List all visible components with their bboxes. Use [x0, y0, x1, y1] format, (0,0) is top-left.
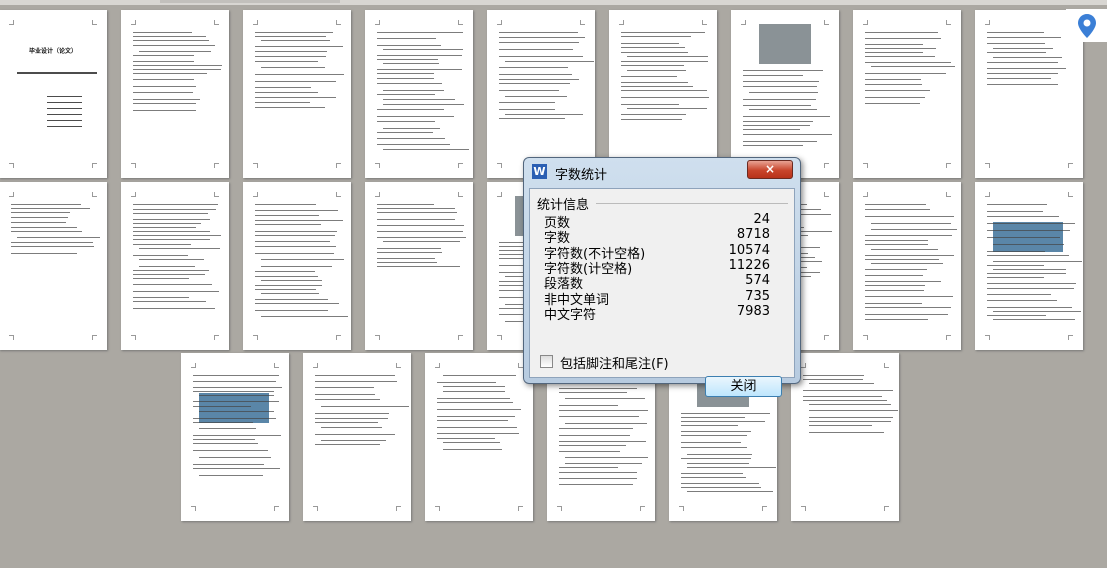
- group-divider: [596, 203, 788, 204]
- page-thumbnail[interactable]: [121, 10, 229, 178]
- cover-title: 毕业设计（论文）: [28, 48, 77, 55]
- page-thumbnail[interactable]: [487, 10, 595, 178]
- stat-value: 7983: [736, 303, 770, 319]
- close-icon[interactable]: ×: [747, 160, 793, 179]
- dialog-title: 字数统计: [555, 168, 608, 183]
- page-thumbnail[interactable]: [731, 10, 839, 178]
- stat-label: 段落数: [544, 277, 584, 293]
- location-button[interactable]: [1066, 9, 1107, 42]
- stat-label: 字符数(不计空格): [544, 246, 646, 262]
- page-thumbnail[interactable]: [0, 182, 107, 350]
- word-count-dialog: W 字数统计 × 统计信息 页数 24 字数 8718 字符数(不计空格) 10574 字符…: [523, 157, 801, 397]
- page-thumbnail[interactable]: [243, 10, 351, 178]
- page-thumbnail[interactable]: [609, 10, 717, 178]
- stat-row: 非中文单词 735: [544, 288, 770, 308]
- stat-row: 页数 24: [544, 212, 770, 231]
- stat-label: 字数: [544, 231, 571, 247]
- stat-row: 字数 8718: [544, 227, 770, 247]
- include-footnotes-checkbox[interactable]: [540, 355, 553, 368]
- stat-label: 字符数(计空格): [544, 261, 633, 277]
- figure-image: [759, 24, 811, 64]
- stat-label: 页数: [544, 216, 571, 231]
- stat-value: 10574: [728, 242, 770, 258]
- group-label: 统计信息: [537, 198, 590, 213]
- wps-logo-icon: W: [532, 164, 547, 179]
- page-thumbnail[interactable]: [243, 182, 351, 350]
- stat-row: 段落数 574: [544, 273, 770, 293]
- stat-label: 中文字符: [544, 307, 597, 323]
- page-thumbnail[interactable]: [853, 182, 961, 350]
- close-button[interactable]: 关闭: [705, 376, 782, 397]
- page-thumbnail[interactable]: [425, 353, 533, 521]
- location-pin-icon: [1077, 13, 1096, 38]
- page-thumbnail[interactable]: [303, 353, 411, 521]
- page-thumbnail[interactable]: [791, 353, 899, 521]
- stat-value: 8718: [736, 227, 770, 243]
- stat-value: 24: [753, 212, 770, 227]
- stat-label: 非中文单词: [544, 292, 610, 308]
- page-thumbnail[interactable]: 毕业设计（论文）: [0, 10, 107, 178]
- page-thumbnail[interactable]: [365, 10, 473, 178]
- page-thumbnail[interactable]: [975, 182, 1083, 350]
- dialog-body: 统计信息 页数 24 字数 8718 字符数(不计空格) 10574 字符数(计空格) 112…: [529, 188, 795, 397]
- stat-row: 字符数(计空格) 11226: [544, 257, 770, 277]
- include-footnotes-label[interactable]: 包括脚注和尾注(F): [560, 353, 669, 372]
- page-thumbnail[interactable]: [365, 182, 473, 350]
- stat-value: 735: [745, 288, 770, 304]
- page-thumbnail[interactable]: [853, 10, 961, 178]
- stat-row: 字符数(不计空格) 10574: [544, 242, 770, 262]
- stat-value: 11226: [728, 257, 770, 273]
- page-thumbnail[interactable]: [181, 353, 289, 521]
- stat-value: 574: [745, 273, 770, 289]
- top-scroll-area: [0, 0, 1107, 5]
- dialog-titlebar[interactable]: W 字数统计 ×: [524, 158, 800, 186]
- stat-row: 中文字符 7983: [544, 303, 770, 323]
- page-thumbnail[interactable]: [121, 182, 229, 350]
